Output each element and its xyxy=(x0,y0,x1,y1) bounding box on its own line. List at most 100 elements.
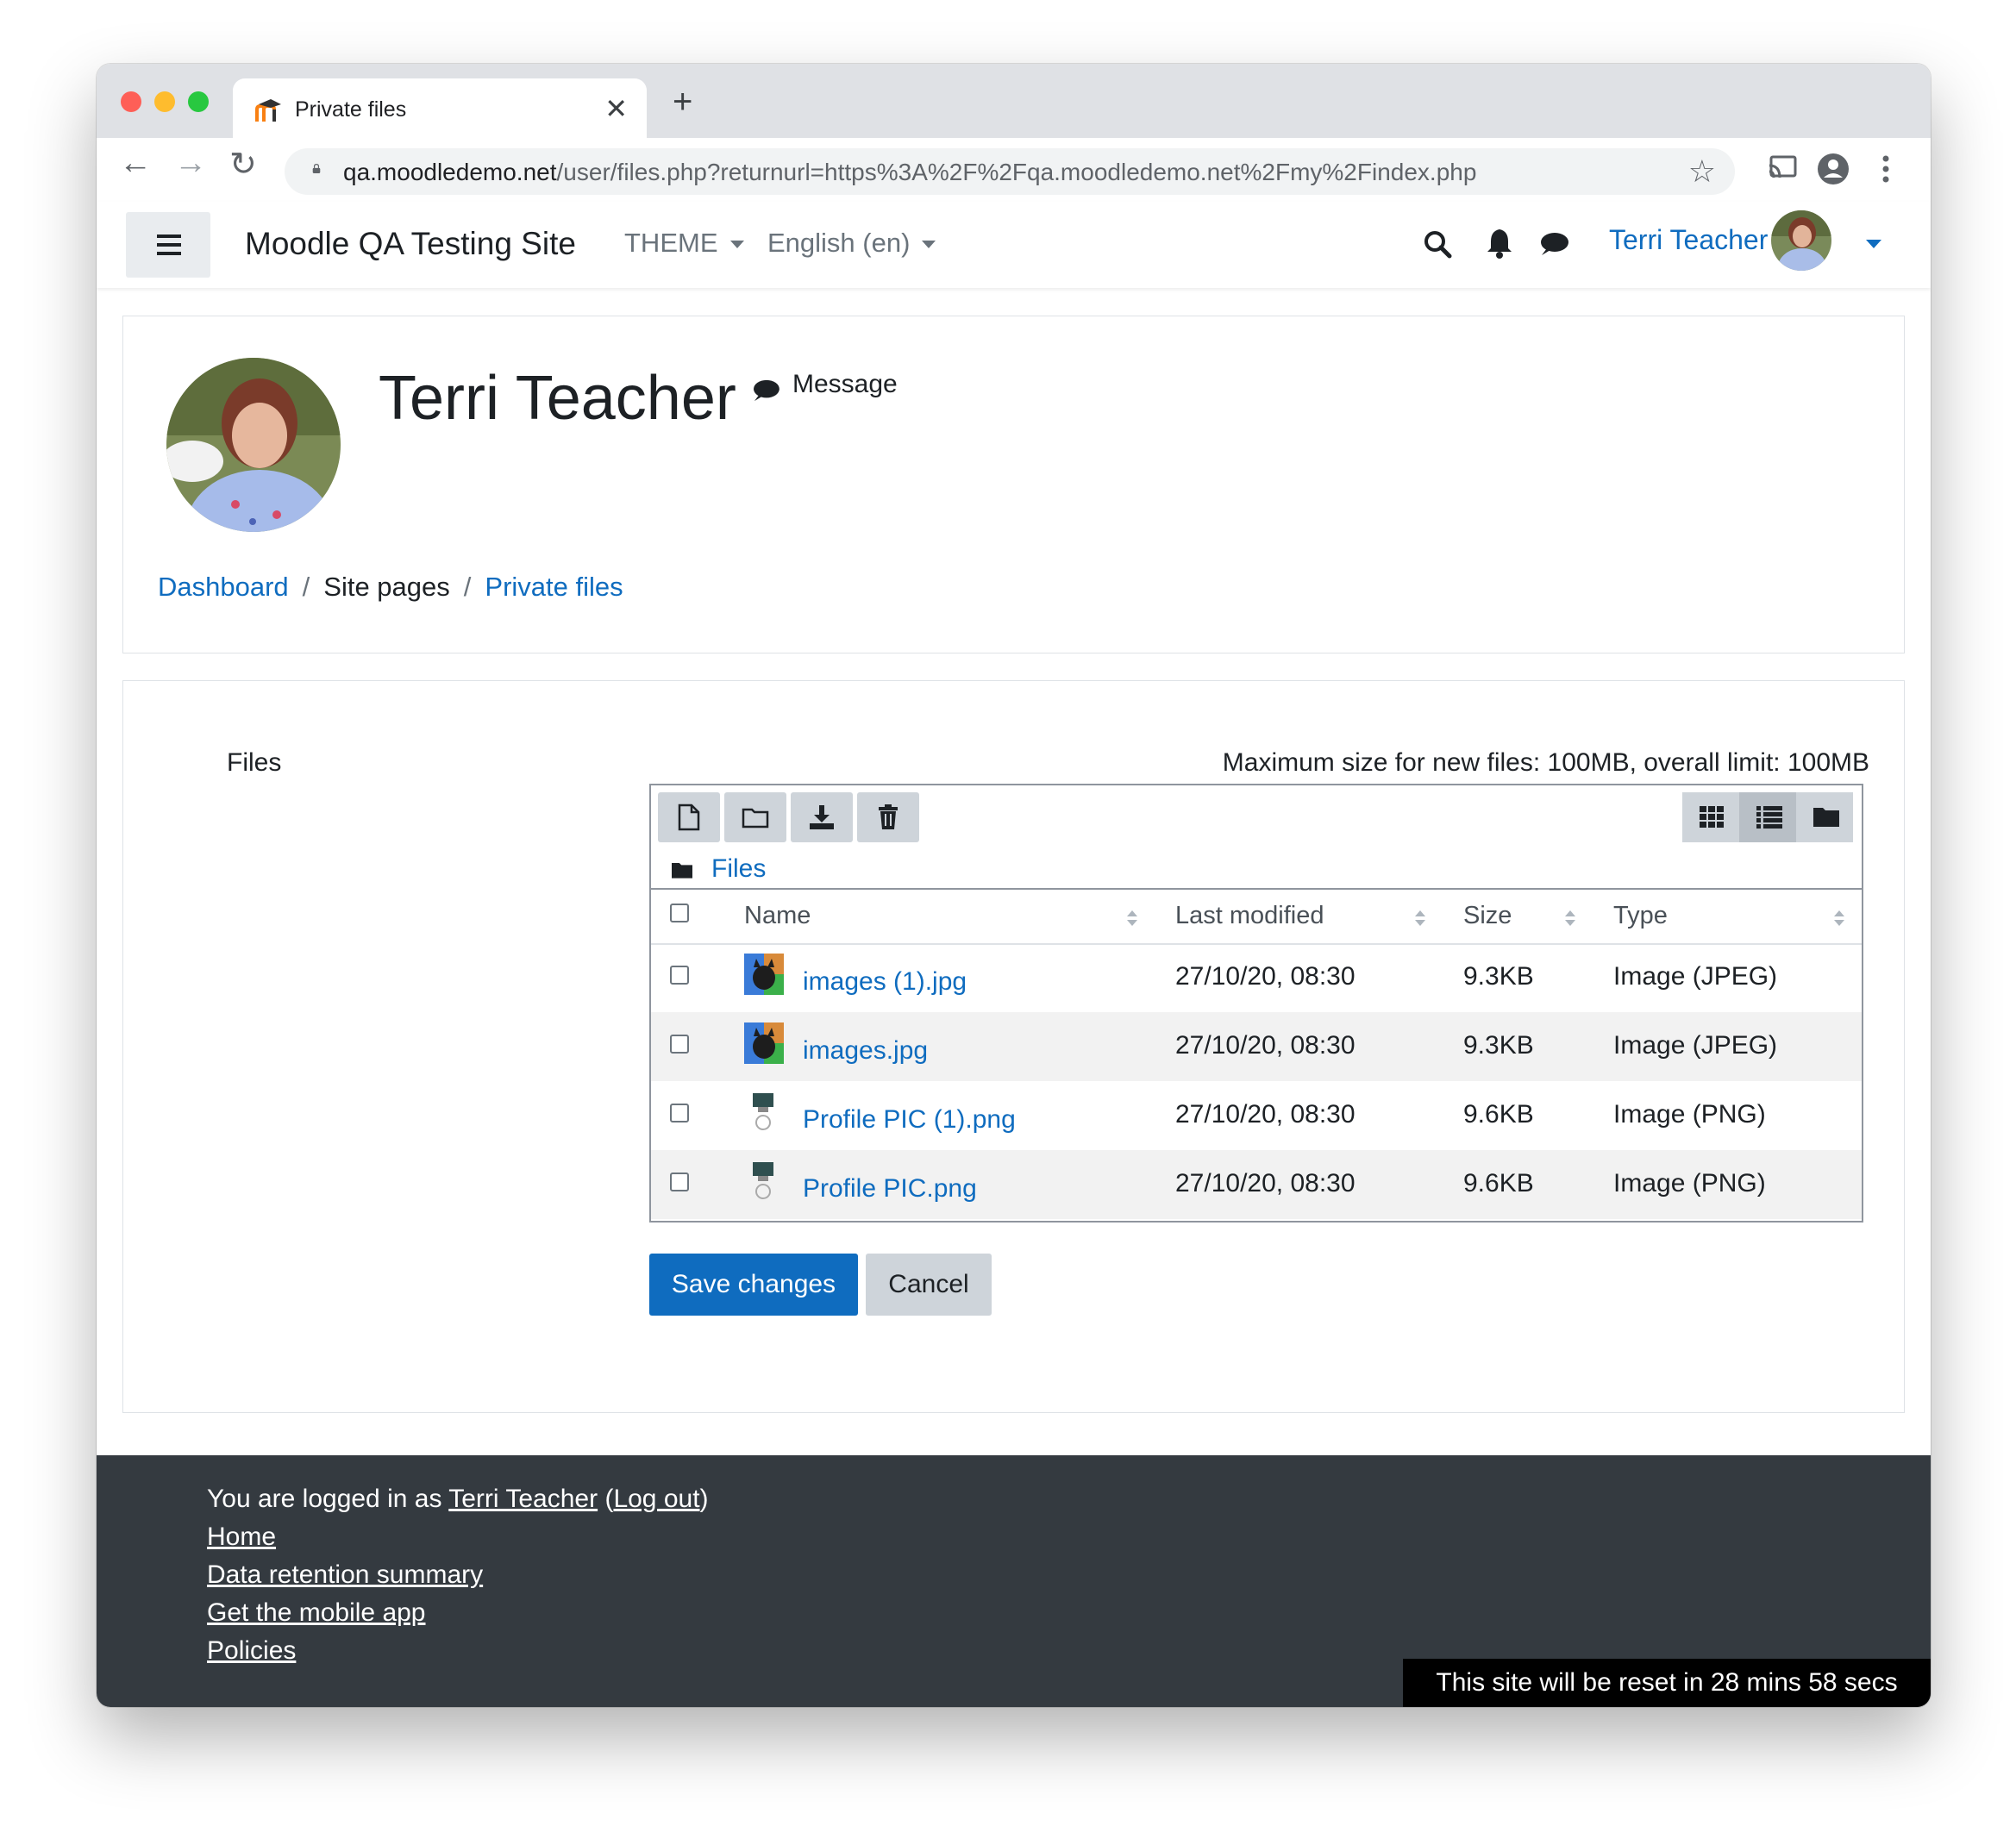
site-name[interactable]: Moodle QA Testing Site xyxy=(245,226,576,262)
file-path: Files xyxy=(672,854,766,884)
column-size[interactable]: Size xyxy=(1463,902,1512,930)
language-menu[interactable]: English (en) xyxy=(767,228,936,259)
footer-user-link[interactable]: Terri Teacher xyxy=(448,1485,598,1513)
browser-menu-icon[interactable] xyxy=(1881,153,1890,184)
image-thumbnail-icon xyxy=(753,1093,773,1130)
maximize-window-button[interactable] xyxy=(188,91,209,112)
file-type: Image (JPEG) xyxy=(1613,962,1778,991)
footer-link-policies[interactable]: Policies xyxy=(207,1636,296,1666)
reload-icon[interactable]: ↻ xyxy=(229,145,257,184)
table-row[interactable]: images.jpg 27/10/20, 08:30 9.3KB Image (… xyxy=(651,1012,1862,1081)
file-name-link[interactable]: images (1).jpg xyxy=(803,967,967,997)
new-tab-icon[interactable]: + xyxy=(673,83,692,122)
user-menu-chevron-icon[interactable] xyxy=(1866,240,1881,248)
cancel-button[interactable]: Cancel xyxy=(866,1254,992,1316)
breadcrumb-site-pages: Site pages xyxy=(323,572,450,602)
tab-strip: Private files ✕ + xyxy=(97,64,1931,141)
row-checkbox[interactable] xyxy=(670,966,689,985)
cast-icon[interactable] xyxy=(1768,153,1799,181)
download-button[interactable] xyxy=(791,792,853,842)
image-thumbnail-icon xyxy=(753,1162,773,1199)
tab-close-icon[interactable]: ✕ xyxy=(604,92,628,125)
reset-countdown-notice: This site will be reset in 28 mins 58 se… xyxy=(1403,1659,1931,1707)
site-navbar: Moodle QA Testing Site THEME English (en… xyxy=(97,202,1931,288)
breadcrumb: Dashboard / Site pages / Private files xyxy=(158,572,623,603)
files-form: Files Maximum size for new files: 100MB,… xyxy=(122,680,1905,1413)
chevron-down-icon xyxy=(729,241,744,249)
save-changes-button[interactable]: Save changes xyxy=(649,1254,858,1316)
sort-icon[interactable] xyxy=(1127,910,1137,926)
close-window-button[interactable] xyxy=(121,91,141,112)
file-name-link[interactable]: images.jpg xyxy=(803,1036,928,1066)
browser-window: Private files ✕ + ← → ↻ qa.moodledemo.ne… xyxy=(97,64,1931,1707)
table-row[interactable]: Profile PIC (1).png 27/10/20, 08:30 9.6K… xyxy=(651,1081,1862,1150)
list-icon xyxy=(1756,806,1782,829)
notifications-bell-icon[interactable] xyxy=(1487,228,1512,259)
lock-icon xyxy=(312,164,321,173)
page-title: Terri Teacher xyxy=(379,364,736,433)
grid-icon xyxy=(1700,806,1724,828)
view-icons-button[interactable] xyxy=(1682,792,1739,842)
breadcrumb-private-files[interactable]: Private files xyxy=(485,572,623,602)
login-info-prefix: You are logged in as xyxy=(207,1485,442,1513)
folder-tree-icon xyxy=(1813,808,1839,827)
sort-icon[interactable] xyxy=(1834,910,1844,926)
column-last-modified[interactable]: Last modified xyxy=(1175,902,1324,930)
footer-link-home[interactable]: Home xyxy=(207,1523,276,1552)
row-checkbox[interactable] xyxy=(670,1173,689,1191)
profile-account-icon[interactable] xyxy=(1816,152,1850,186)
breadcrumb-dashboard[interactable]: Dashboard xyxy=(158,572,289,602)
search-icon[interactable] xyxy=(1423,229,1452,259)
table-row[interactable]: Profile PIC.png 27/10/20, 08:30 9.6KB Im… xyxy=(651,1150,1862,1219)
add-file-button[interactable] xyxy=(658,792,720,842)
logout-open-paren: ( xyxy=(598,1485,614,1513)
theme-menu[interactable]: THEME xyxy=(624,228,744,259)
row-checkbox[interactable] xyxy=(670,1104,689,1122)
forward-icon[interactable]: → xyxy=(174,145,207,182)
files-field-label: Files xyxy=(227,748,282,777)
file-manager: Files Name Last modified Size Type image… xyxy=(649,784,1863,1223)
file-size: 9.3KB xyxy=(1463,962,1534,991)
url-host: qa.moodledemo.net xyxy=(343,159,557,185)
table-row[interactable]: images (1).jpg 27/10/20, 08:30 9.3KB Ima… xyxy=(651,943,1862,1012)
bookmark-star-icon[interactable]: ☆ xyxy=(1688,153,1716,190)
back-icon[interactable]: ← xyxy=(119,145,152,182)
url-text[interactable]: qa.moodledemo.net/user/files.php?returnu… xyxy=(343,159,1476,186)
message-icon[interactable] xyxy=(751,378,780,403)
column-name[interactable]: Name xyxy=(744,902,811,930)
column-type[interactable]: Type xyxy=(1613,902,1668,930)
user-avatar[interactable] xyxy=(1771,210,1831,271)
drawer-toggle-button[interactable] xyxy=(126,212,210,278)
footer-link-data-retention[interactable]: Data retention summary xyxy=(207,1560,483,1590)
message-button[interactable]: Message xyxy=(792,370,898,399)
page-header: Terri Teacher Message Dashboard / Site pag… xyxy=(122,316,1905,653)
path-files-link[interactable]: Files xyxy=(711,854,766,883)
create-folder-button[interactable] xyxy=(724,792,786,842)
image-thumbnail-icon xyxy=(744,1022,784,1064)
browser-tab[interactable]: Private files ✕ xyxy=(233,78,647,141)
file-name-link[interactable]: Profile PIC (1).png xyxy=(803,1105,1016,1135)
footer-link-mobile-app[interactable]: Get the mobile app xyxy=(207,1598,426,1628)
minimize-window-button[interactable] xyxy=(154,91,175,112)
file-size: 9.6KB xyxy=(1463,1169,1534,1198)
table-header: Name Last modified Size Type xyxy=(651,888,1862,945)
messages-icon[interactable] xyxy=(1538,231,1569,257)
user-menu-name[interactable]: Terri Teacher xyxy=(1609,224,1768,256)
row-checkbox[interactable] xyxy=(670,1035,689,1054)
moodle-favicon-icon xyxy=(255,99,281,122)
profile-picture xyxy=(166,358,341,532)
view-tree-button[interactable] xyxy=(1796,792,1853,842)
logout-link[interactable]: Log out xyxy=(613,1485,699,1513)
breadcrumb-separator: / xyxy=(302,572,310,602)
delete-button[interactable] xyxy=(857,792,919,842)
sort-icon[interactable] xyxy=(1565,910,1575,926)
max-size-info: Maximum size for new files: 100MB, overa… xyxy=(1222,748,1869,777)
select-all-checkbox[interactable] xyxy=(670,904,689,922)
address-bar[interactable]: qa.moodledemo.net/user/files.php?returnu… xyxy=(285,148,1735,195)
file-modified: 27/10/20, 08:30 xyxy=(1175,1031,1355,1060)
view-list-button[interactable] xyxy=(1739,792,1796,842)
tab-title: Private files xyxy=(295,97,407,122)
file-name-link[interactable]: Profile PIC.png xyxy=(803,1174,977,1204)
sort-icon[interactable] xyxy=(1415,910,1425,926)
breadcrumb-separator: / xyxy=(463,572,472,602)
